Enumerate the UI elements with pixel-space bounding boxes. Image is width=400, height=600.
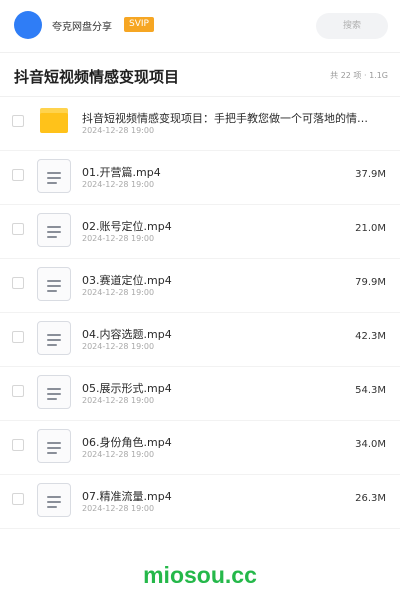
file-name: 03.赛道定位.mp4 bbox=[82, 274, 172, 287]
share-header: 夸克网盘分享 SVIP 搜索 bbox=[0, 0, 400, 53]
select-checkbox[interactable] bbox=[12, 223, 24, 235]
search-input[interactable]: 搜索 bbox=[316, 13, 388, 39]
file-size: 54.3M bbox=[355, 385, 386, 396]
file-size: 34.0M bbox=[355, 439, 386, 450]
file-name: 06.身份角色.mp4 bbox=[82, 436, 172, 449]
list-item[interactable]: 01.开营篇.mp4 2024-12-28 19:00 37.9M bbox=[0, 151, 400, 205]
file-size: 21.0M bbox=[355, 223, 386, 234]
file-icon bbox=[37, 375, 71, 409]
list-item[interactable]: 03.赛道定位.mp4 2024-12-28 19:00 79.9M bbox=[0, 259, 400, 313]
title-bar: 抖音短视频情感变现项目 共 22 项 · 1.1G bbox=[0, 52, 400, 97]
select-checkbox[interactable] bbox=[12, 331, 24, 343]
file-name: 04.内容选题.mp4 bbox=[82, 328, 172, 341]
file-date: 2024-12-28 19:00 bbox=[82, 288, 155, 297]
file-name: 抖音短视频情感变现项目：手把手教您做一个可落地的情… bbox=[82, 112, 368, 125]
list-item[interactable]: 06.身份角色.mp4 2024-12-28 19:00 34.0M bbox=[0, 421, 400, 475]
file-date: 2024-12-28 19:00 bbox=[82, 450, 155, 459]
file-date: 2024-12-28 19:00 bbox=[82, 504, 155, 513]
file-date: 2024-12-28 19:00 bbox=[82, 180, 155, 189]
file-name: 05.展示形式.mp4 bbox=[82, 382, 172, 395]
avatar[interactable] bbox=[14, 11, 42, 39]
list-item[interactable]: 05.展示形式.mp4 2024-12-28 19:00 54.3M bbox=[0, 367, 400, 421]
list-item[interactable]: 02.账号定位.mp4 2024-12-28 19:00 21.0M bbox=[0, 205, 400, 259]
file-date: 2024-12-28 19:00 bbox=[82, 234, 155, 243]
list-item-folder[interactable]: 抖音短视频情感变现项目：手把手教您做一个可落地的情… 2024-12-28 19… bbox=[0, 97, 400, 151]
file-icon bbox=[37, 267, 71, 301]
file-icon bbox=[37, 213, 71, 247]
svip-badge: SVIP bbox=[124, 17, 154, 32]
page-title: 抖音短视频情感变现项目 bbox=[14, 68, 180, 86]
folder-icon bbox=[40, 108, 68, 133]
file-size: 37.9M bbox=[355, 169, 386, 180]
list-item[interactable]: 07.精准流量.mp4 2024-12-28 19:00 26.3M bbox=[0, 475, 400, 529]
watermark: miosou.cc bbox=[143, 562, 257, 588]
select-checkbox[interactable] bbox=[12, 169, 24, 181]
file-date: 2024-12-28 19:00 bbox=[82, 126, 155, 135]
file-list: 抖音短视频情感变现项目：手把手教您做一个可落地的情… 2024-12-28 19… bbox=[0, 97, 400, 529]
select-checkbox[interactable] bbox=[12, 115, 24, 127]
item-summary: 共 22 项 · 1.1G bbox=[330, 71, 388, 80]
file-icon bbox=[37, 429, 71, 463]
select-checkbox[interactable] bbox=[12, 277, 24, 289]
file-date: 2024-12-28 19:00 bbox=[82, 342, 155, 351]
list-item[interactable]: 04.内容选题.mp4 2024-12-28 19:00 42.3M bbox=[0, 313, 400, 367]
file-date: 2024-12-28 19:00 bbox=[82, 396, 155, 405]
file-icon bbox=[37, 483, 71, 517]
file-size: 79.9M bbox=[355, 277, 386, 288]
file-size: 26.3M bbox=[355, 493, 386, 504]
share-name: 夸克网盘分享 bbox=[52, 22, 112, 33]
file-icon bbox=[37, 159, 71, 193]
file-name: 07.精准流量.mp4 bbox=[82, 490, 172, 503]
file-size: 42.3M bbox=[355, 331, 386, 342]
select-checkbox[interactable] bbox=[12, 385, 24, 397]
file-name: 01.开营篇.mp4 bbox=[82, 166, 161, 179]
select-checkbox[interactable] bbox=[12, 493, 24, 505]
select-checkbox[interactable] bbox=[12, 439, 24, 451]
file-name: 02.账号定位.mp4 bbox=[82, 220, 172, 233]
file-icon bbox=[37, 321, 71, 355]
